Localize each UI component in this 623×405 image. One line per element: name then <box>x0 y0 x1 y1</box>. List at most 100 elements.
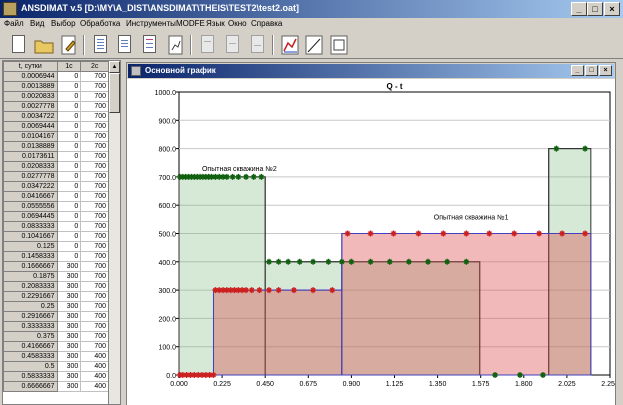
q2-cell[interactable]: 700 <box>80 301 109 312</box>
q1-cell[interactable]: 300 <box>56 281 82 292</box>
q1-cell[interactable]: 0 <box>56 171 82 182</box>
q2-cell[interactable]: 700 <box>80 121 109 132</box>
q2-cell[interactable]: 700 <box>80 161 109 172</box>
data-grid[interactable]: t, сутки 1с 2с 0.0006944 0 700 0.0013889 0 70… <box>2 60 121 405</box>
q2-cell[interactable]: 700 <box>80 261 109 272</box>
table-row[interactable]: 0.1458333 0 700 <box>3 251 109 262</box>
q1-cell[interactable]: 300 <box>56 361 82 372</box>
time-cell[interactable]: 0.0034722 <box>3 111 58 122</box>
time-cell[interactable]: 0.0069444 <box>3 121 58 132</box>
q2-cell[interactable]: 700 <box>80 101 109 112</box>
menu-modfe[interactable]: MODFE <box>176 19 205 28</box>
q1-cell[interactable]: 300 <box>56 301 82 312</box>
q2-cell[interactable]: 700 <box>80 181 109 192</box>
time-cell[interactable]: 0.2916667 <box>3 311 58 322</box>
scroll-up-icon[interactable]: ▲ <box>109 61 120 73</box>
q1-cell[interactable]: 300 <box>56 331 82 342</box>
q1-cell[interactable]: 300 <box>56 381 82 392</box>
time-cell[interactable]: 0.0104167 <box>3 131 58 142</box>
q1-cell[interactable]: 0 <box>56 101 82 112</box>
q2-cell[interactable]: 700 <box>80 81 109 92</box>
report-button[interactable] <box>114 33 136 57</box>
q2-cell[interactable]: 400 <box>80 351 109 362</box>
table-row[interactable]: 0.0555556 0 700 <box>3 201 109 212</box>
table-row[interactable]: 0.0027778 0 700 <box>3 101 109 112</box>
table-row[interactable]: 0.2083333 300 700 <box>3 281 109 292</box>
q2-cell[interactable]: 700 <box>80 151 109 162</box>
time-cell[interactable]: 0.2083333 <box>3 281 58 292</box>
grid-scrollbar[interactable]: ▲ <box>108 61 120 404</box>
q2-cell[interactable]: 700 <box>80 211 109 222</box>
q2-cell[interactable]: 700 <box>80 241 109 252</box>
table-row[interactable]: 0.4166667 300 700 <box>3 341 109 352</box>
menu-window[interactable]: Окно <box>228 19 247 28</box>
table-row[interactable]: 0.0006944 0 700 <box>3 71 109 82</box>
time-cell[interactable]: 0.0694445 <box>3 211 58 222</box>
table-row[interactable]: 0.0138889 0 700 <box>3 141 109 152</box>
q1-cell[interactable]: 0 <box>56 231 82 242</box>
time-cell[interactable]: 0.5 <box>3 361 58 372</box>
menu-select[interactable]: Выбор <box>51 19 76 28</box>
scroll-thumb[interactable] <box>109 73 120 113</box>
q2-cell[interactable]: 700 <box>80 311 109 322</box>
table-button[interactable] <box>90 33 112 57</box>
q1-cell[interactable]: 0 <box>56 131 82 142</box>
q2-cell[interactable]: 700 <box>80 131 109 142</box>
q2-cell[interactable]: 700 <box>80 251 109 262</box>
q1-cell[interactable]: 0 <box>56 221 82 232</box>
table-row[interactable]: 0.0034722 0 700 <box>3 111 109 122</box>
q1-cell[interactable]: 0 <box>56 111 82 122</box>
table-row[interactable]: 0.2916667 300 700 <box>3 311 109 322</box>
time-cell[interactable]: 0.5833333 <box>3 371 58 382</box>
time-cell[interactable]: 0.4583333 <box>3 351 58 362</box>
time-cell[interactable]: 0.0277778 <box>3 171 58 182</box>
time-cell[interactable]: 0.0347222 <box>3 181 58 192</box>
table-row[interactable]: 0.1041667 0 700 <box>3 231 109 242</box>
time-cell[interactable]: 0.0020833 <box>3 91 58 102</box>
list-button[interactable] <box>139 33 161 57</box>
q1-cell[interactable]: 0 <box>56 161 82 172</box>
table-row[interactable]: 0.3333333 300 700 <box>3 321 109 332</box>
time-cell[interactable]: 0.0555556 <box>3 201 58 212</box>
q2-cell[interactable]: 700 <box>80 191 109 202</box>
menu-tools[interactable]: Инструменты <box>126 19 176 28</box>
chart-maximize-button[interactable]: □ <box>585 65 598 76</box>
table-row[interactable]: 0.0694445 0 700 <box>3 211 109 222</box>
menu-language[interactable]: Язык <box>206 19 225 28</box>
table-row[interactable]: 0.1875 300 700 <box>3 271 109 282</box>
q2-cell[interactable]: 700 <box>80 271 109 282</box>
q1-cell[interactable]: 0 <box>56 141 82 152</box>
new-document-button[interactable] <box>8 33 30 57</box>
table-row[interactable]: 0.0347222 0 700 <box>3 181 109 192</box>
menu-file[interactable]: Файл <box>4 19 24 28</box>
q1-cell[interactable]: 0 <box>56 201 82 212</box>
q1-cell[interactable]: 300 <box>56 291 82 302</box>
q2-cell[interactable]: 400 <box>80 371 109 382</box>
q1-cell[interactable]: 0 <box>56 81 82 92</box>
table-row[interactable]: 0.0013889 0 700 <box>3 81 109 92</box>
disabled-doc-button-2[interactable] <box>222 33 244 57</box>
column-header-2c[interactable]: 2с <box>80 61 109 72</box>
time-cell[interactable]: 0.125 <box>3 241 58 252</box>
time-cell[interactable]: 0.0208333 <box>3 161 58 172</box>
close-button[interactable]: × <box>604 2 620 16</box>
time-cell[interactable]: 0.1875 <box>3 271 58 282</box>
maximize-button[interactable]: □ <box>587 2 603 16</box>
q2-cell[interactable]: 700 <box>80 201 109 212</box>
q1-cell[interactable]: 0 <box>56 181 82 192</box>
table-row[interactable]: 0.2291667 300 700 <box>3 291 109 302</box>
time-cell[interactable]: 0.0833333 <box>3 221 58 232</box>
time-cell[interactable]: 0.4166667 <box>3 341 58 352</box>
frame-button[interactable] <box>328 33 350 57</box>
q1-cell[interactable]: 300 <box>56 261 82 272</box>
q1-cell[interactable]: 0 <box>56 211 82 222</box>
q-t-chart[interactable]: Q - t 0.0 100.0 200.0 300.0 400.0 500.0 600.0 70… <box>127 79 615 405</box>
table-row[interactable]: 0.4583333 300 400 <box>3 351 109 362</box>
disabled-doc-button-3[interactable] <box>247 33 269 57</box>
time-cell[interactable]: 0.1666667 <box>3 261 58 272</box>
table-row[interactable]: 0.0208333 0 700 <box>3 161 109 172</box>
table-row[interactable]: 0.375 300 700 <box>3 331 109 342</box>
q1-cell[interactable]: 0 <box>56 191 82 202</box>
q1-cell[interactable]: 0 <box>56 71 82 82</box>
q1-cell[interactable]: 0 <box>56 241 82 252</box>
